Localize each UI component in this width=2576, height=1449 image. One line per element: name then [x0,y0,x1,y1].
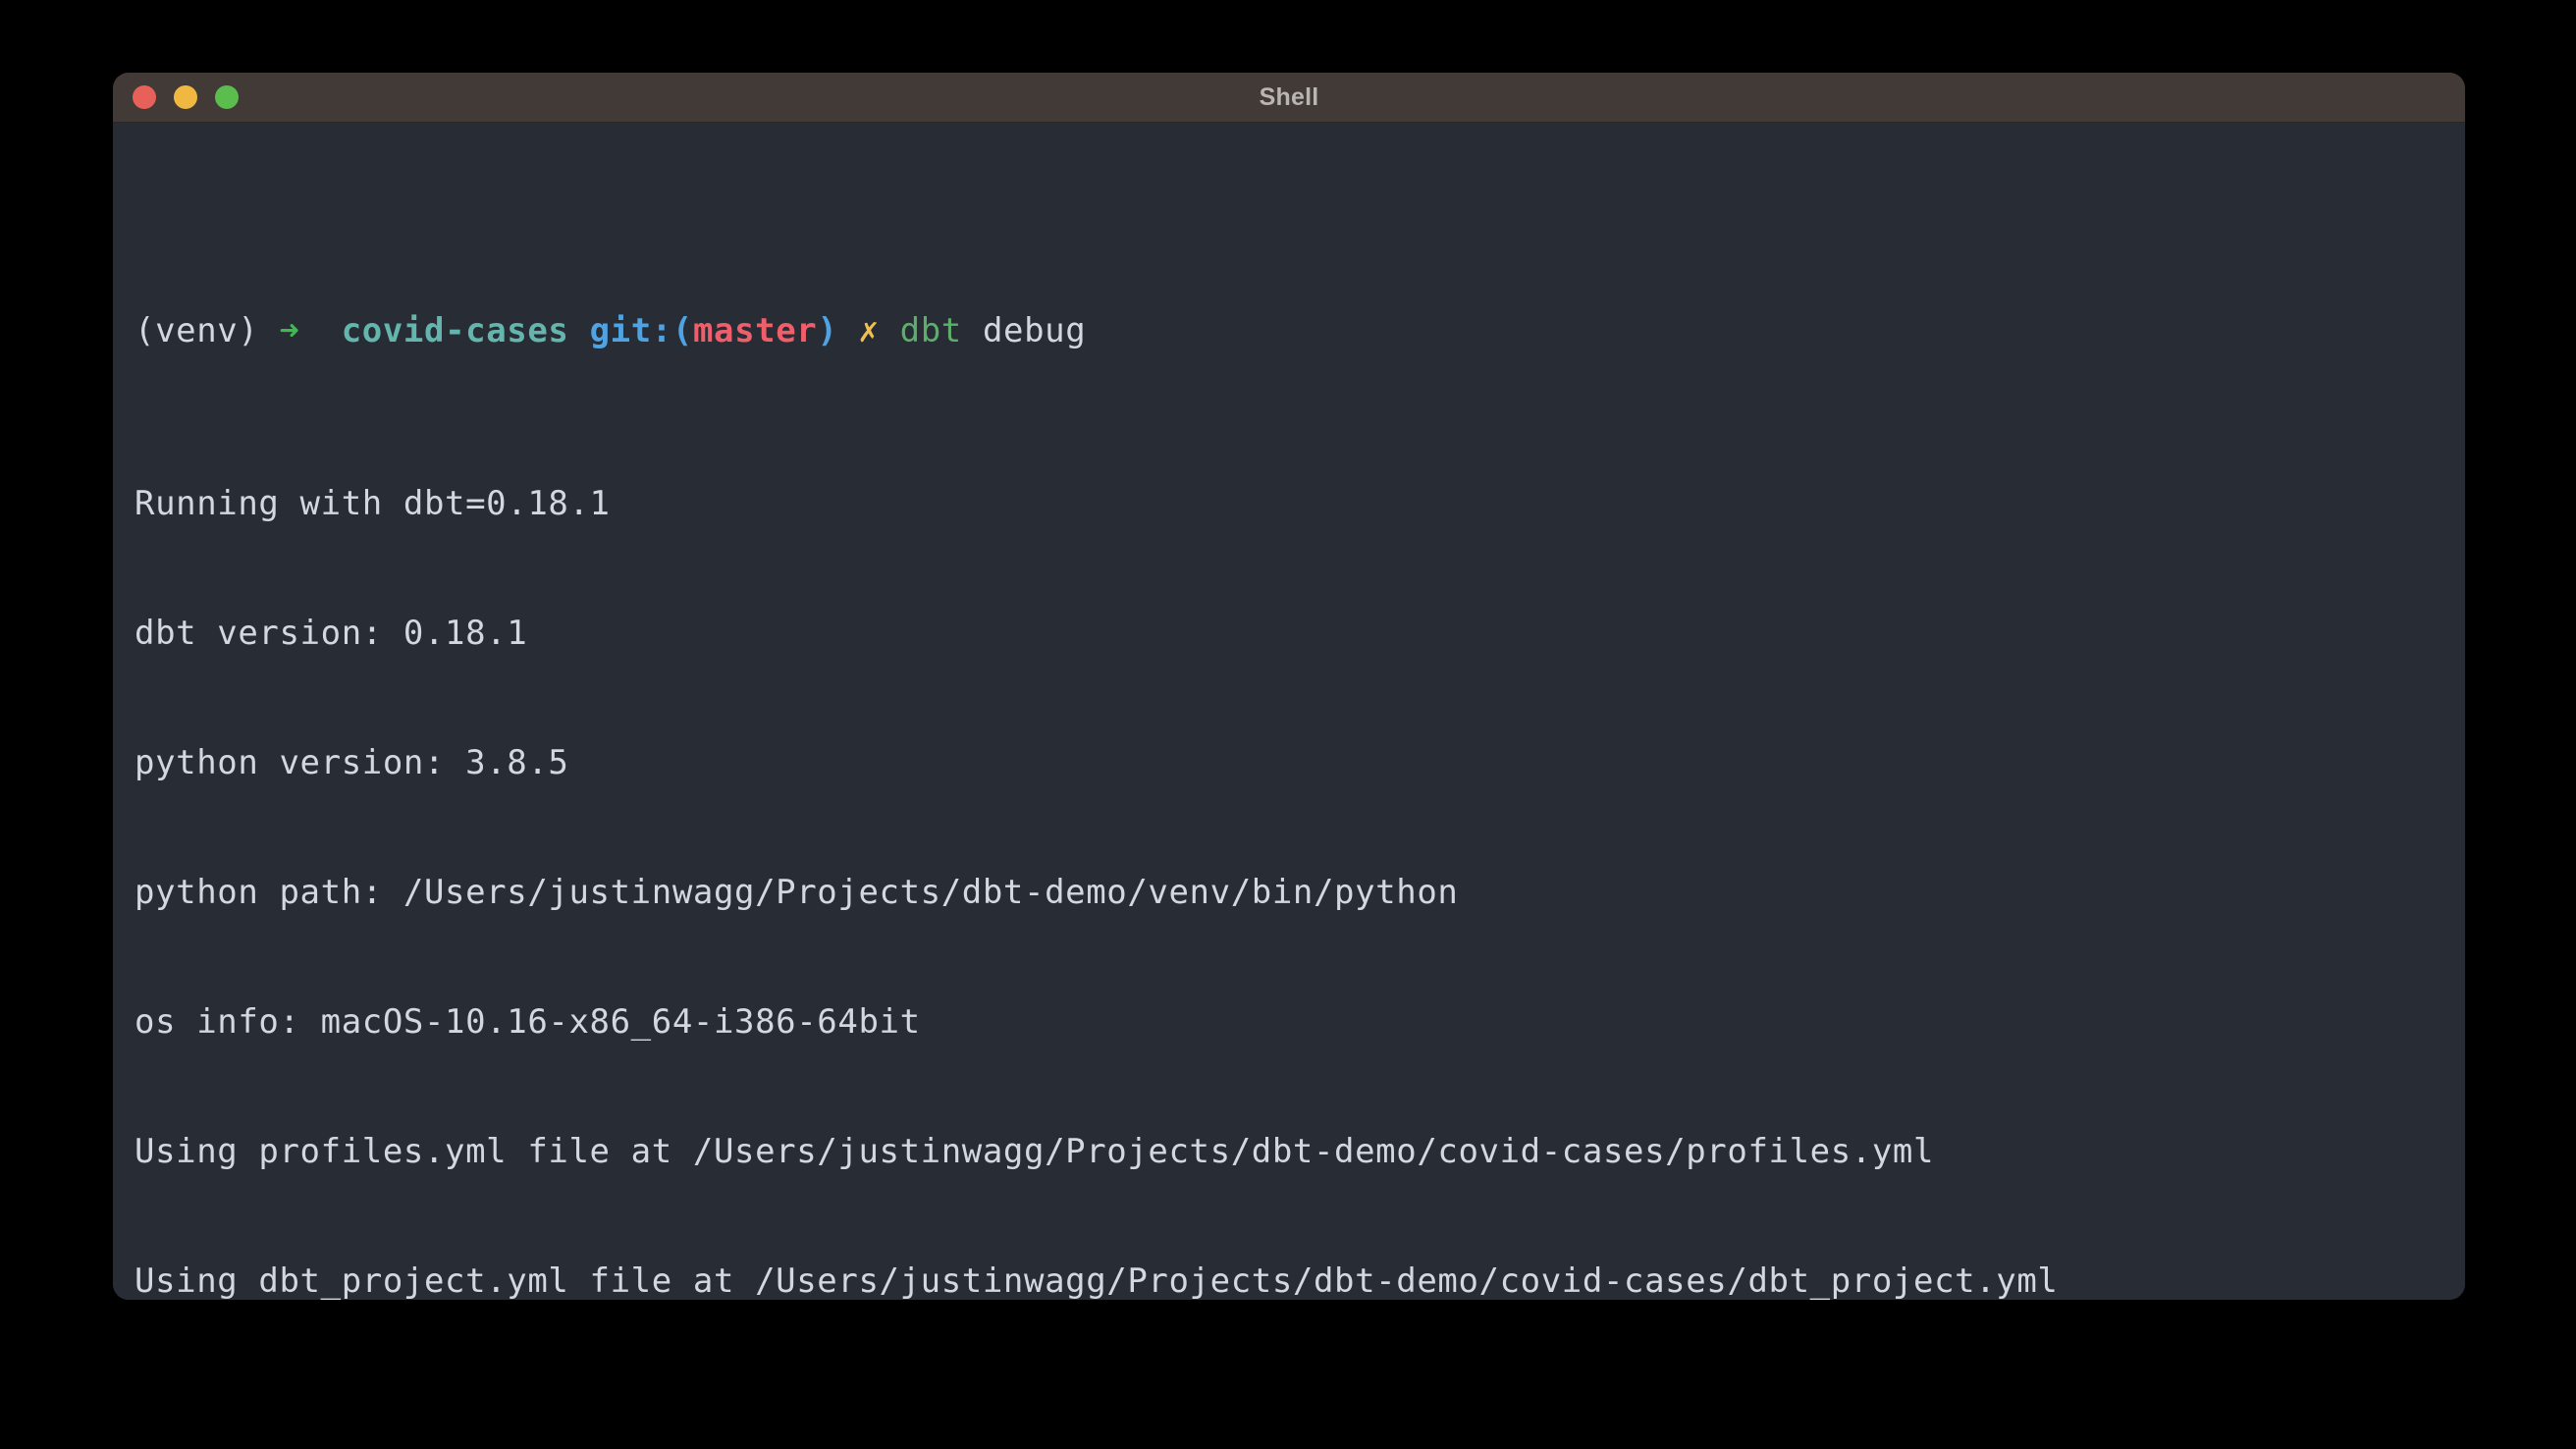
command-prompt-line: (venv) ➜ covid-cases git:(master) ✗ dbt … [134,309,2465,352]
window-title-bar[interactable]: Shell [113,73,2465,123]
git-branch-name: master [692,311,818,350]
git-close-paren: ) [817,311,838,350]
typed-command-name: dbt [899,311,962,350]
minimize-button[interactable] [174,85,197,109]
terminal-lines: (venv) ➜ covid-cases git:(master) ✗ dbt … [113,136,2465,1300]
prompt-directory: covid-cases [341,311,569,350]
terminal-output-area[interactable]: (venv) ➜ covid-cases git:(master) ✗ dbt … [113,123,2465,1300]
window-title: Shell [1259,83,1319,111]
output-running-with: Running with dbt=0.18.1 [134,484,611,523]
output-using-profiles: Using profiles.yml file at /Users/justin… [134,1132,1935,1171]
output-python-version: python version: 3.8.5 [134,743,569,782]
typed-command-args: debug [982,311,1087,350]
output-using-project: Using dbt_project.yml file at /Users/jus… [134,1261,2059,1300]
maximize-button[interactable] [215,85,239,109]
traffic-light-buttons [133,85,239,109]
desktop-background: Shell (venv) ➜ covid-cases git:(master) … [0,0,2576,1449]
output-python-path: python path: /Users/justinwagg/Projects/… [134,873,1459,912]
close-button[interactable] [133,85,156,109]
git-dirty-flag-icon: ✗ [858,311,880,350]
output-dbt-version: dbt version: 0.18.1 [134,614,528,653]
terminal-window[interactable]: Shell (venv) ➜ covid-cases git:(master) … [113,73,2465,1300]
prompt-arrow-icon: ➜ [279,311,300,350]
git-label: git: [589,311,672,350]
output-os-info: os info: macOS-10.16-x86_64-i386-64bit [134,1002,921,1042]
git-open-paren: ( [671,311,693,350]
venv-label: (venv) [134,311,259,350]
